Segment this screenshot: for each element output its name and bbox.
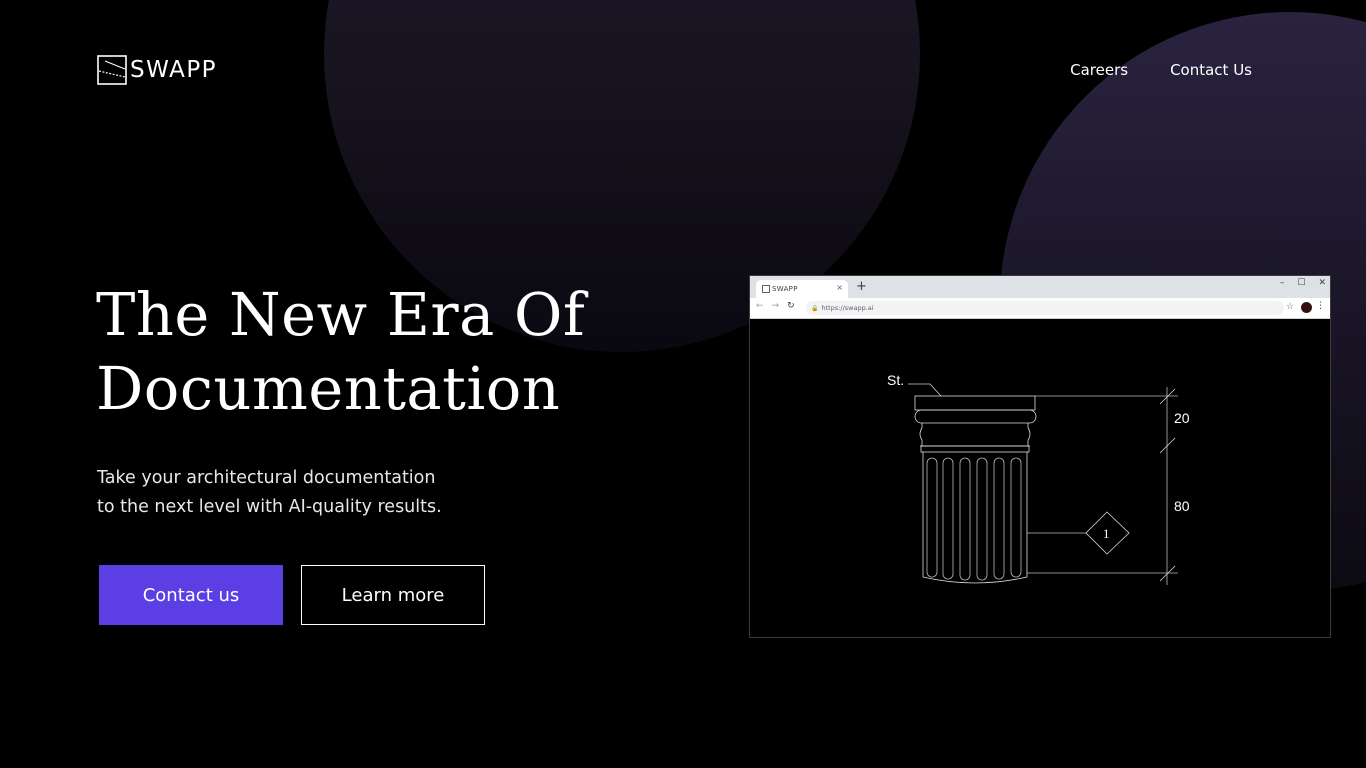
column-flute-4 <box>976 457 988 581</box>
top-nav: Careers Contact Us <box>1070 60 1252 80</box>
browser-mockup: SWAPP × + – ☐ ✕ ← → ↻ 🔒 https://swapp.ai… <box>749 275 1331 638</box>
column-ring-2 <box>920 445 1030 453</box>
address-bar-url: https://swapp.ai <box>821 304 874 312</box>
column-neck <box>919 423 1031 447</box>
dimension-tick-bottom <box>1159 565 1176 582</box>
hero-title-line-2: Documentation <box>96 354 561 423</box>
tab-favicon-icon <box>762 285 770 293</box>
contact-us-button[interactable]: Contact us <box>99 565 283 625</box>
browser-tab-title: SWAPP <box>772 285 798 293</box>
address-bar: 🔒 https://swapp.ai <box>806 301 1284 315</box>
dimension-tick-mid <box>1159 437 1176 454</box>
hero-subtitle-line-1: Take your architectural documentation <box>97 468 436 488</box>
maximize-icon: ☐ <box>1297 278 1306 288</box>
tag-number: 1 <box>1103 526 1110 541</box>
back-arrow-icon: ← <box>756 301 764 311</box>
tab-close-icon: × <box>836 283 843 292</box>
hero-subtitle-line-2: to the next level with AI-quality result… <box>97 497 442 517</box>
column-flute-2 <box>942 457 954 580</box>
column-flute-5 <box>993 457 1005 580</box>
new-tab-icon: + <box>856 279 867 294</box>
logo[interactable]: SWAPP <box>97 55 217 85</box>
reload-icon: ↻ <box>787 301 795 311</box>
nav-contact-us-link[interactable]: Contact Us <box>1170 60 1252 80</box>
column-echinus <box>914 409 1037 424</box>
hero-subtitle: Take your architectural documentation to… <box>97 464 477 522</box>
dimension-label-80: 80 <box>1174 498 1190 514</box>
close-window-icon: ✕ <box>1318 278 1326 288</box>
column-drawing: St. 20 80 1 <box>887 372 1190 585</box>
browser-tab: SWAPP × <box>756 280 848 298</box>
column-flute-6 <box>1010 457 1022 578</box>
column-flute-1 <box>926 457 938 578</box>
drawing-label-st: St. <box>887 372 904 388</box>
dimension-label-20: 20 <box>1174 410 1190 426</box>
menu-dots-icon: ⋮ <box>1316 301 1325 311</box>
forward-arrow-icon: → <box>771 301 780 311</box>
profile-avatar <box>1301 302 1312 313</box>
browser-toolbar: ← → ↻ 🔒 https://swapp.ai ☆ ⋮ <box>750 298 1330 319</box>
lock-icon: 🔒 <box>811 304 819 312</box>
swapp-logo-icon <box>97 55 127 85</box>
column-shaft <box>922 452 1028 584</box>
bookmark-star-icon: ☆ <box>1285 302 1294 312</box>
learn-more-button[interactable]: Learn more <box>301 565 485 625</box>
browser-nav-buttons: ← → ↻ <box>756 301 795 311</box>
hero-title: The New Era Of Documentation <box>96 278 716 426</box>
hero-title-line-1: The New Era Of <box>96 280 586 349</box>
minimize-icon: – <box>1279 278 1285 288</box>
column-abacus <box>914 395 1036 411</box>
dimension-tick-top <box>1159 388 1176 405</box>
browser-tab-bar: SWAPP × + – ☐ ✕ <box>750 276 1330 298</box>
label-leader-line <box>908 383 942 397</box>
column-flute-3 <box>959 457 971 581</box>
logo-text: SWAPP <box>130 57 218 83</box>
nav-careers-link[interactable]: Careers <box>1070 60 1128 80</box>
window-controls: – ☐ ✕ <box>1280 278 1326 288</box>
landing-page: SWAPP Careers Contact Us The New Era Of … <box>0 0 1366 768</box>
